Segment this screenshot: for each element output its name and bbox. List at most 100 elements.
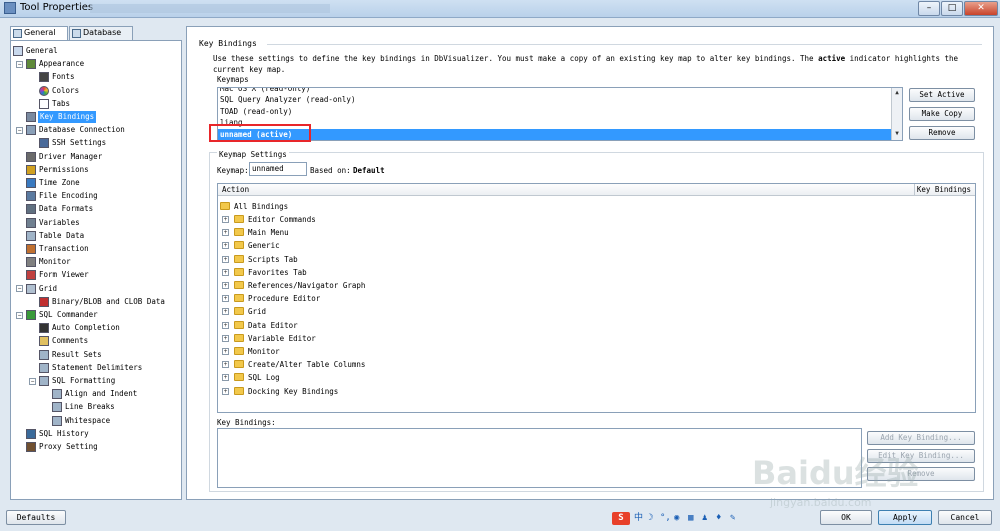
formatting-icon <box>39 376 49 386</box>
monitor-icon <box>26 257 36 268</box>
tree-item-label: Driver Manager <box>39 151 103 161</box>
keymap-item[interactable]: SQL Query Analyzer (read-only) <box>218 94 892 106</box>
expand-icon[interactable]: + <box>222 255 229 263</box>
tree-item-label: SQL Formatting <box>52 376 116 385</box>
sogou-ime-icon[interactable]: S <box>612 512 630 525</box>
expand-icon[interactable]: + <box>222 361 229 369</box>
defaults-button[interactable]: Defaults <box>6 510 66 525</box>
tree-collapse-icon[interactable]: − <box>16 60 23 68</box>
folder-icon <box>234 281 244 289</box>
table-row-label: Main Menu <box>248 228 289 238</box>
tree-item-label: Line Breaks <box>65 402 115 412</box>
tree-item-label: Grid <box>39 283 58 293</box>
settings-tree[interactable]: General Appearance − Fonts Colors Tabs Key Bin… <box>10 40 182 500</box>
database-icon <box>72 29 81 38</box>
skin-icon[interactable]: ♦ <box>716 512 721 525</box>
tree-item-label: Tabs <box>52 98 71 108</box>
database-icon <box>26 125 36 136</box>
folder-icon <box>234 215 244 223</box>
expand-icon[interactable]: + <box>222 242 229 250</box>
table-row-label: Editor Commands <box>248 215 316 224</box>
scroll-down-icon[interactable]: ▼ <box>892 129 902 139</box>
make-copy-button[interactable]: Make Copy <box>909 107 975 121</box>
tree-item-label: SSH Settings <box>52 138 107 148</box>
tools-icon[interactable]: ✎ <box>730 512 735 525</box>
folder-icon <box>234 333 244 342</box>
ssh-icon <box>39 138 49 149</box>
voice-icon[interactable]: ◉ <box>674 512 679 525</box>
table-row-label: Create/Alter Table Columns <box>248 360 366 370</box>
expand-icon[interactable]: + <box>222 308 229 316</box>
tree-item-label: Database Connection <box>39 125 125 135</box>
based-on-value: Default <box>353 166 385 175</box>
tree-collapse-icon[interactable]: − <box>29 377 36 385</box>
expand-icon[interactable]: + <box>222 334 229 342</box>
table-row-label: Variable Editor <box>248 333 316 343</box>
tab-database[interactable]: Database <box>69 26 133 40</box>
file-icon <box>26 191 36 202</box>
tree-item-label: SQL History <box>39 428 89 438</box>
keymaps-scrollbar[interactable]: ▲ ▼ <box>891 88 902 140</box>
tab-general[interactable]: General <box>10 26 68 41</box>
table-row-label: Monitor <box>248 347 280 356</box>
table-icon <box>26 230 36 241</box>
punctuation-icon[interactable]: °, <box>660 512 671 525</box>
tree-item-label: Result Sets <box>52 349 102 359</box>
tree-item-label: Statement Delimiters <box>52 362 143 372</box>
tree-collapse-icon[interactable]: − <box>16 126 23 134</box>
tree-item-label: Colors <box>52 85 80 95</box>
keymap-name-input[interactable]: unnamed <box>249 162 307 176</box>
column-action[interactable]: Action <box>222 184 249 196</box>
app-icon <box>4 2 16 14</box>
page-icon <box>13 29 22 38</box>
tree-item-label: Fonts <box>52 72 75 82</box>
keyboard-icon <box>26 112 36 122</box>
expand-icon[interactable]: + <box>222 321 229 329</box>
brush-icon <box>26 59 36 70</box>
minimize-button[interactable]: – <box>918 1 940 16</box>
window-titlebar[interactable]: Tool Properties – □ ✕ <box>0 0 1000 18</box>
history-icon <box>26 428 36 439</box>
expand-icon[interactable]: + <box>222 387 229 395</box>
action-table[interactable]: Action Key Bindings All Bindings + Editor… <box>217 183 976 413</box>
variables-icon <box>26 217 36 228</box>
tree-item-label: Transaction <box>39 244 89 253</box>
keymaps-list[interactable]: Mac OS X (read-only) SQL Query Analyzer … <box>217 87 903 141</box>
keymap-item-active[interactable]: unnamed (active) <box>218 129 892 140</box>
tree-item-label: Align and Indent <box>65 389 138 399</box>
expand-icon[interactable]: + <box>222 374 229 382</box>
moon-icon[interactable]: ☽ <box>648 512 653 525</box>
tree-collapse-icon[interactable]: − <box>16 285 23 293</box>
user-icon[interactable]: ♟ <box>702 512 707 525</box>
tree-item-label: Data Formats <box>39 204 94 214</box>
column-key-bindings[interactable]: Key Bindings <box>917 184 971 196</box>
scroll-up-icon[interactable]: ▲ <box>892 88 902 98</box>
tabs-icon <box>39 98 49 109</box>
expand-icon[interactable]: + <box>222 295 229 303</box>
baidu-watermark: Baidu经验 jingyan.baidu.com <box>752 448 992 518</box>
set-active-button[interactable]: Set Active <box>909 88 975 102</box>
folder-icon <box>234 267 244 276</box>
maximize-button[interactable]: □ <box>941 1 963 16</box>
remove-keymap-button[interactable]: Remove <box>909 126 975 140</box>
column-separator[interactable] <box>914 184 915 196</box>
ime-toolbar[interactable]: S 中 ☽ °, ◉ ▦ ♟ ♦ ✎ <box>612 512 748 526</box>
keymap-item[interactable]: liang <box>218 117 892 129</box>
table-row-label: Grid <box>248 307 267 317</box>
expand-icon[interactable]: + <box>222 229 229 237</box>
add-key-binding-button[interactable]: Add Key Binding... <box>867 431 975 445</box>
expand-icon[interactable]: + <box>222 216 229 223</box>
description-text: Use these settings to define the key bin… <box>213 54 959 74</box>
tree-item-label: Comments <box>52 336 89 346</box>
tree-collapse-icon[interactable]: − <box>16 311 23 319</box>
title-path-blurred <box>90 4 330 13</box>
expand-icon[interactable]: + <box>222 348 229 355</box>
chinese-mode-icon[interactable]: 中 <box>634 512 643 525</box>
key-bindings-panel: Key Bindings Use these settings to defin… <box>186 26 994 500</box>
expand-icon[interactable]: + <box>222 268 229 276</box>
close-button[interactable]: ✕ <box>964 1 998 16</box>
keyboard-icon[interactable]: ▦ <box>688 512 693 525</box>
expand-icon[interactable]: + <box>222 282 229 289</box>
resultset-icon <box>39 349 49 360</box>
folder-icon <box>234 320 244 329</box>
